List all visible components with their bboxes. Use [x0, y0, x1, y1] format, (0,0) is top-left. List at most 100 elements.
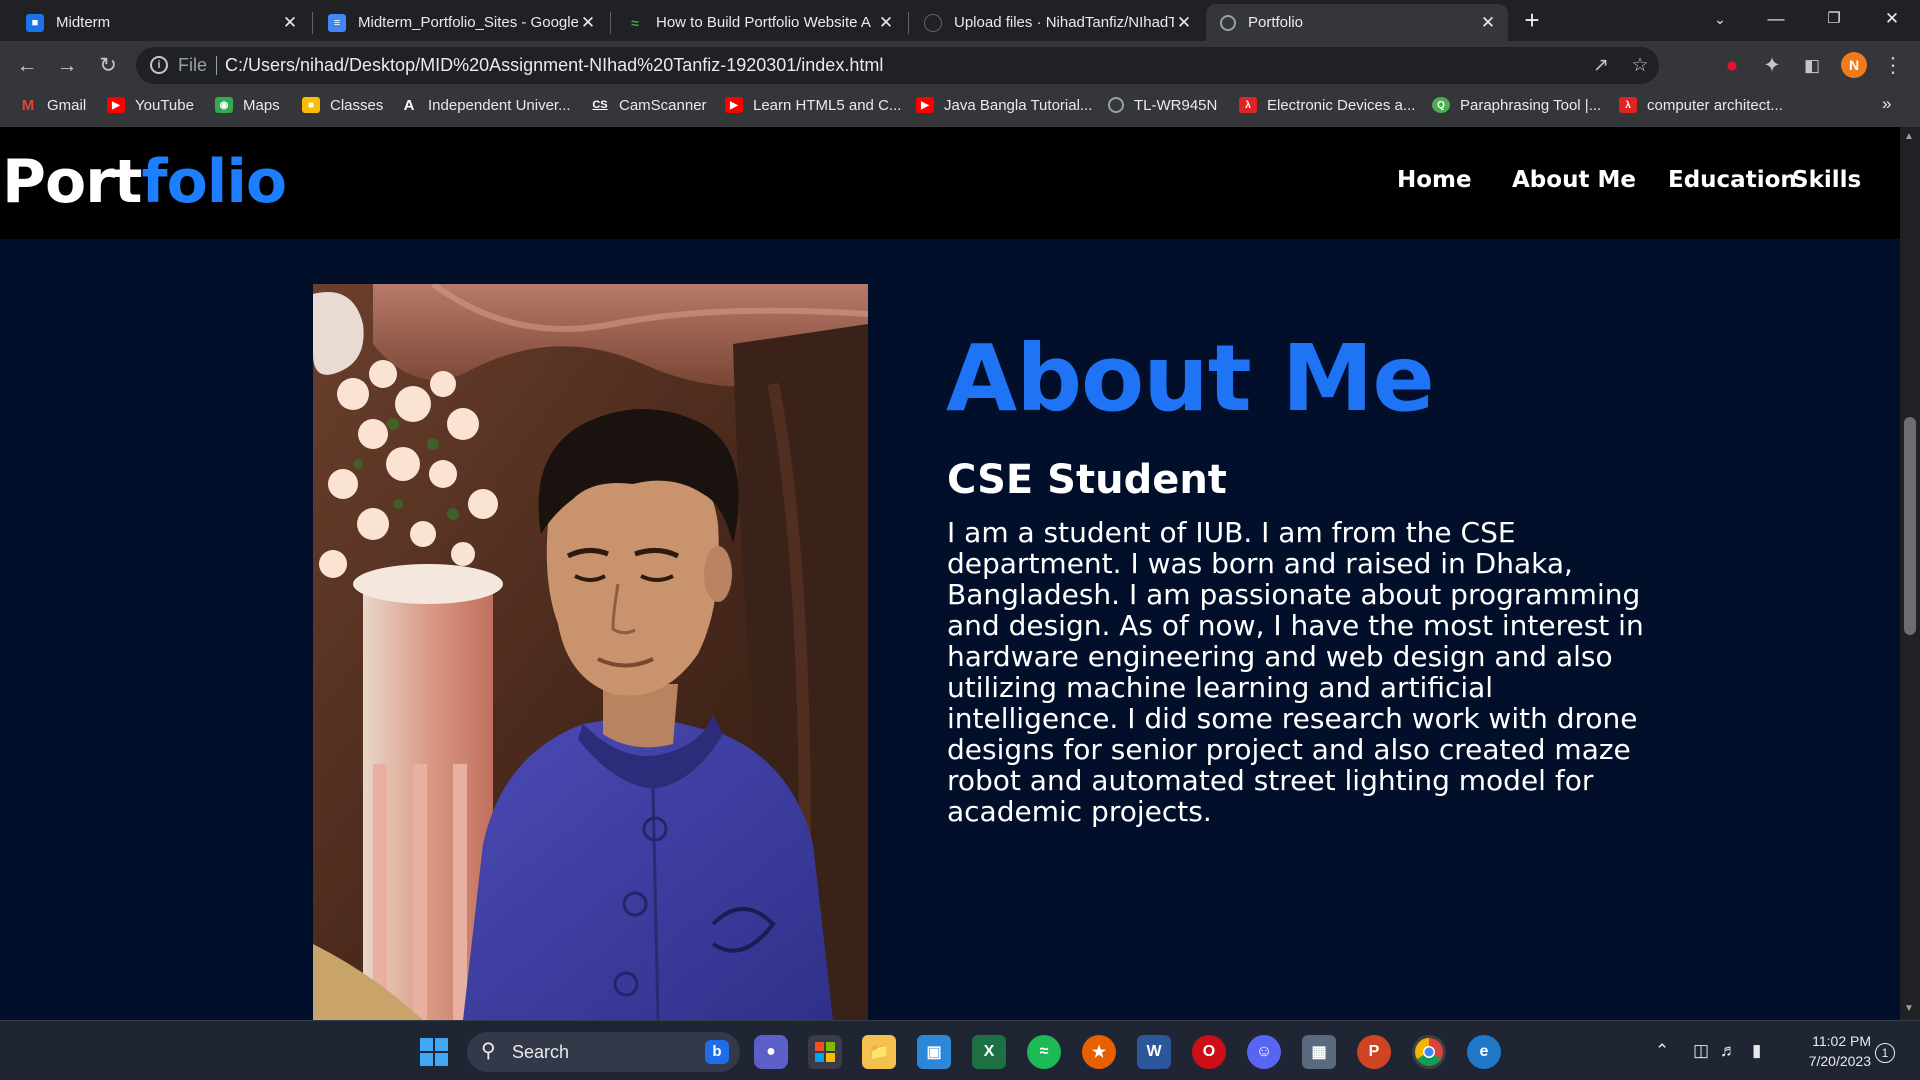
notification-badge[interactable]: 1 — [1875, 1043, 1895, 1063]
portfolio-page: Portfolio Home About Me Education Skills — [0, 127, 1900, 1020]
bookmark-label: Electronic Devices a... — [1267, 96, 1416, 114]
close-icon[interactable]: ✕ — [280, 13, 300, 33]
pdf-icon: λ — [1239, 97, 1257, 113]
bookmark-learn-html5[interactable]: ▶ Learn HTML5 and C... — [725, 90, 901, 120]
nav-skills[interactable]: Skills — [1792, 167, 1861, 193]
volume-icon[interactable]: ♬ — [1720, 1041, 1737, 1061]
minimize-button[interactable]: — — [1748, 0, 1804, 41]
bookmark-label: TL-WR945N — [1134, 96, 1218, 114]
tab-title: Portfolio — [1248, 14, 1304, 31]
nav-education[interactable]: Education — [1668, 167, 1797, 193]
tab-google-docs[interactable]: ≡ Midterm_Portfolio_Sites - Google ✕ — [314, 4, 608, 41]
battery-icon[interactable]: ▮ — [1752, 1041, 1761, 1061]
bookmark-java-bangla[interactable]: ▶ Java Bangla Tutorial... — [916, 90, 1092, 120]
nav-home[interactable]: Home — [1397, 167, 1472, 193]
site-logo[interactable]: Portfolio — [2, 147, 287, 217]
bookmark-tl-wr945n[interactable]: TL-WR945N — [1108, 90, 1217, 120]
bookmarks-overflow-icon[interactable]: » — [1882, 94, 1891, 114]
close-icon[interactable]: ✕ — [578, 13, 598, 33]
logo-part-blue: folio — [141, 147, 287, 217]
share-icon[interactable]: ↗ — [1588, 53, 1614, 79]
start-icon[interactable] — [417, 1035, 451, 1069]
search-icon: ⚲ — [481, 1040, 496, 1062]
bookmark-label: Classes — [330, 96, 384, 114]
bookmark-classes[interactable]: ■ Classes — [302, 90, 383, 120]
scrollbar-thumb[interactable] — [1904, 417, 1916, 635]
discord-icon[interactable]: ☺ — [1247, 1035, 1281, 1069]
bookmark-electronic-devices[interactable]: λ Electronic Devices a... — [1239, 90, 1415, 120]
taskbar-search-label: Search — [512, 1042, 570, 1062]
chrome-icon[interactable] — [1412, 1035, 1446, 1069]
bookmark-independent-university[interactable]: A Independent Univer... — [400, 90, 571, 120]
tab-strip: ■ Midterm ✕ ≡ Midterm_Portfolio_Sites - … — [0, 0, 1920, 41]
edge-icon[interactable]: e — [1467, 1035, 1501, 1069]
tray-overflow-chevron-icon[interactable]: ⌃ — [1655, 1041, 1669, 1061]
spotify-icon[interactable]: ≈ — [1027, 1035, 1061, 1069]
powerpoint-icon[interactable]: P — [1357, 1035, 1391, 1069]
page-scrollbar[interactable]: ▲ ▼ — [1900, 127, 1920, 1020]
file-explorer-icon[interactable]: 📁 — [862, 1035, 896, 1069]
excel-icon[interactable]: X — [972, 1035, 1006, 1069]
site-icon: ≈ — [631, 14, 639, 31]
maps-icon: ◉ — [215, 97, 233, 113]
taskbar-clock[interactable]: 11:02 PM 7/20/2023 — [1781, 1031, 1871, 1071]
tab-title: Midterm — [56, 14, 111, 31]
bookmark-star-icon[interactable]: ☆ — [1627, 53, 1653, 79]
tab-portfolio[interactable]: Portfolio ✕ — [1206, 4, 1508, 41]
bookmark-camscanner[interactable]: CS CamScanner — [591, 90, 706, 120]
close-window-button[interactable]: ✕ — [1864, 0, 1920, 41]
bookmark-label: Paraphrasing Tool |... — [1460, 96, 1602, 114]
bookmark-label: Gmail — [47, 96, 87, 114]
bookmark-maps[interactable]: ◉ Maps — [215, 90, 280, 120]
info-icon[interactable]: i — [150, 56, 168, 74]
taskbar-search-box[interactable]: ⚲ Search b — [467, 1032, 740, 1072]
pdf-icon: λ — [1619, 97, 1637, 113]
opera-icon[interactable]: O — [1192, 1035, 1226, 1069]
tab-portfolio-tutorial[interactable]: ≈ How to Build Portfolio Website A ✕ — [612, 4, 906, 41]
tab-github-upload[interactable]: Upload files · NihadTanfiz/NIhadT ✕ — [910, 4, 1204, 41]
close-icon[interactable]: ✕ — [1174, 13, 1194, 33]
google-docs-icon: ≡ — [328, 13, 346, 32]
restore-button[interactable]: ❐ — [1806, 0, 1862, 41]
bookmark-gmail[interactable]: M Gmail — [19, 90, 86, 120]
tab-midterm[interactable]: ■ Midterm ✕ — [12, 4, 310, 41]
url-text[interactable]: C:/Users/nihad/Desktop/MID%20Assignment-… — [225, 47, 883, 84]
logo-part-white: Port — [2, 147, 142, 217]
back-arrow-icon[interactable]: ← — [11, 50, 43, 82]
extensions-puzzle-icon[interactable]: ✦ — [1756, 50, 1788, 82]
profile-avatar[interactable]: N — [1841, 52, 1867, 78]
tab-search-icon[interactable]: ⌄ — [1692, 0, 1748, 41]
close-icon[interactable]: ✕ — [1478, 13, 1498, 33]
network-icon[interactable]: ◫ — [1693, 1041, 1709, 1061]
new-tab-button[interactable]: + — [1517, 6, 1547, 36]
browser-toolbar: ← → ↻ i File C:/Users/nihad/Desktop/MID%… — [0, 41, 1920, 90]
tab-title: Midterm_Portfolio_Sites - Google — [358, 14, 578, 31]
store-icon[interactable] — [808, 1035, 842, 1069]
close-icon[interactable]: ✕ — [876, 13, 896, 33]
word-icon[interactable]: W — [1137, 1035, 1171, 1069]
menu-kebab-icon[interactable]: ⋮ — [1877, 50, 1909, 82]
adblock-extension-icon[interactable]: ● — [1716, 50, 1748, 82]
youtube-icon: ▶ — [725, 97, 743, 113]
nav-about-me[interactable]: About Me — [1512, 167, 1636, 193]
bookmark-youtube[interactable]: ▶ YouTube — [107, 90, 194, 120]
side-panel-icon[interactable]: ◧ — [1796, 50, 1828, 82]
tab-title: Upload files · NihadTanfiz/NIhadT — [954, 14, 1174, 31]
camscanner-icon: CS — [592, 99, 608, 111]
bookmark-paraphrasing-tool[interactable]: Q Paraphrasing Tool |... — [1432, 90, 1601, 120]
teams-icon[interactable]: ● — [754, 1035, 788, 1069]
bookmark-computer-architecture[interactable]: λ computer architect... — [1619, 90, 1783, 120]
about-title: About Me — [946, 325, 1435, 432]
firefox-icon[interactable]: ★ — [1082, 1035, 1116, 1069]
reload-icon[interactable]: ↻ — [92, 50, 124, 82]
calendar-app-icon[interactable]: ▦ — [1302, 1035, 1336, 1069]
classroom-icon: ■ — [302, 97, 320, 113]
bookmark-label: Learn HTML5 and C... — [753, 96, 902, 114]
bookmark-label: YouTube — [135, 96, 194, 114]
scroll-up-arrow-icon[interactable]: ▲ — [1904, 131, 1914, 142]
remote-desktop-icon[interactable]: ▣ — [917, 1035, 951, 1069]
scroll-down-arrow-icon[interactable]: ▼ — [1904, 1003, 1914, 1014]
address-bar[interactable]: i File C:/Users/nihad/Desktop/MID%20Assi… — [136, 47, 1659, 84]
forward-arrow-icon[interactable]: → — [51, 50, 83, 82]
bing-icon[interactable]: b — [705, 1040, 729, 1064]
